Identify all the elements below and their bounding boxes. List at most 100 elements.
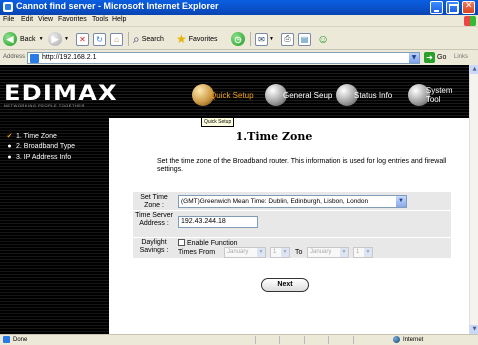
menu-bar: File Edit View Favorites Tools Help [0, 15, 478, 27]
scroll-down-icon[interactable]: ▼ [470, 325, 478, 334]
to-day-dropdown-icon: ▼ [364, 248, 372, 257]
sidebar-item-broadband-type[interactable]: ● 2. Broadband Type [6, 143, 75, 150]
maximize-button[interactable] [446, 1, 459, 14]
time-server-label: Time Server Address : [135, 212, 173, 227]
menu-view[interactable]: View [38, 16, 53, 23]
messenger-button[interactable]: ☺ [317, 31, 329, 47]
history-button[interactable]: ◷ [231, 31, 245, 47]
page-title: 1.Time Zone [235, 130, 313, 143]
time-server-input[interactable]: 192.43.244.18 [178, 216, 258, 228]
browser-window: Cannot find server - Microsoft Internet … [0, 0, 478, 345]
scroll-up-icon[interactable]: ▲ [470, 65, 478, 74]
windows-logo-icon [464, 16, 476, 26]
menu-help[interactable]: Help [112, 16, 126, 23]
bullet-icon: ● [7, 154, 12, 161]
to-month-select[interactable]: January ▼ [307, 247, 349, 258]
search-label: Search [141, 35, 164, 43]
menu-tools[interactable]: Tools [92, 16, 108, 23]
logo-tagline: NETWORKING PEOPLE TOGETHER [4, 103, 85, 108]
forward-dropdown-icon: ▼ [64, 36, 69, 42]
page-done-icon [3, 336, 10, 343]
messenger-icon: ☺ [317, 32, 330, 46]
sidebar-item-time-zone[interactable]: ✔ 1. Time Zone [6, 132, 57, 141]
status-cell [352, 336, 375, 344]
back-arrow-icon: ◀ [3, 32, 17, 46]
home-button[interactable]: ⌂ [110, 31, 123, 47]
to-month-dropdown-icon: ▼ [340, 248, 348, 257]
timezone-cell: (GMT)Greenwich Mean Time: Dublin, Edinbu… [177, 192, 451, 210]
search-button[interactable]: ⌕ Search [133, 31, 164, 47]
from-month-dropdown-icon: ▼ [257, 248, 265, 257]
enable-function-checkbox[interactable]: Enable Function [178, 239, 238, 247]
nav-quick-setup-label: Quick Setup [210, 90, 254, 100]
back-label: Back [20, 35, 36, 43]
menu-favorites[interactable]: Favorites [58, 16, 87, 23]
refresh-icon: ↻ [93, 32, 106, 46]
sidebar-item-ip-address-info[interactable]: ● 3. IP Address Info [6, 154, 71, 161]
sidebar-item-label: 3. IP Address Info [16, 154, 72, 161]
star-icon: ★ [176, 32, 187, 46]
nav-status-info[interactable]: Status Info [336, 83, 392, 107]
timezone-select[interactable]: (GMT)Greenwich Mean Time: Dublin, Edinbu… [178, 195, 407, 208]
favorites-label: Favorites [188, 35, 218, 43]
from-day-dropdown-icon: ▼ [281, 248, 289, 257]
status-bar: Done Internet [0, 334, 478, 345]
forward-arrow-icon: ▶ [48, 32, 62, 46]
mail-button[interactable]: ✉ ▼ [255, 31, 274, 47]
minimize-button[interactable] [430, 1, 443, 14]
sidebar: ✔ 1. Time Zone ● 2. Broadband Type ● 3. … [0, 118, 109, 334]
status-zone: Internet [393, 336, 423, 343]
to-label: To [295, 249, 303, 256]
close-button[interactable] [462, 1, 475, 14]
to-day-value: 1 [356, 249, 360, 255]
ie-icon [3, 2, 13, 12]
enable-function-label: Enable Function [186, 240, 238, 247]
refresh-button[interactable]: ↻ [93, 31, 106, 47]
nav-system-tool-label: System Tool [425, 86, 453, 104]
title-bar: Cannot find server - Microsoft Internet … [0, 0, 478, 15]
to-day-select[interactable]: 1 ▼ [353, 247, 373, 258]
content-area: 1.Time Zone Set the time zone of the Bro… [109, 118, 469, 334]
print-button[interactable]: ⎙ [281, 31, 294, 47]
menu-file[interactable]: File [3, 16, 14, 23]
vertical-scrollbar[interactable]: ▲ ▼ [469, 65, 478, 334]
favorites-button[interactable]: ★ Favorites [176, 31, 218, 47]
from-day-select[interactable]: 1 ▼ [270, 247, 290, 258]
home-icon: ⌂ [110, 32, 123, 46]
stop-button[interactable]: ✕ [76, 31, 89, 47]
from-day-value: 1 [273, 249, 277, 255]
sidebar-item-label: 2. Broadband Type [16, 143, 76, 150]
menu-edit[interactable]: Edit [21, 16, 33, 23]
mail-dropdown-icon: ▼ [269, 36, 274, 42]
back-button[interactable]: ◀ Back ▼ [3, 31, 44, 47]
next-button[interactable]: Next [261, 278, 309, 292]
toolbar-separator [128, 32, 129, 46]
sidebar-item-label: 1. Time Zone [16, 132, 57, 140]
timezone-label: Set Time Zone : [140, 194, 168, 209]
go-label: Go [437, 54, 447, 61]
edit-button[interactable]: ▤ [298, 31, 311, 47]
timezone-row: Set Time Zone : (GMT)Greenwich Mean Time… [133, 192, 451, 210]
links-button[interactable]: Links [454, 54, 468, 60]
nav-system-tool[interactable]: System Tool [408, 83, 469, 107]
go-button[interactable]: ➜ Go [424, 52, 446, 63]
daylight-cell: Enable Function Times From January ▼ 1 ▼… [177, 238, 451, 258]
checkmark-icon: ✔ [6, 133, 13, 140]
from-month-value: January [227, 249, 249, 255]
globe-icon [393, 336, 400, 343]
nav-quick-setup[interactable]: Quick Setup [192, 83, 254, 107]
search-icon: ⌕ [133, 31, 140, 46]
status-cells [255, 336, 375, 344]
to-month-value: January [310, 249, 332, 255]
status-text: Done [13, 336, 28, 343]
mail-icon: ✉ [255, 32, 268, 46]
forward-button[interactable]: ▶ ▼ [48, 31, 69, 47]
status-cell [279, 336, 301, 344]
nav-general-setup[interactable]: General Seup [265, 83, 332, 107]
from-month-select[interactable]: January ▼ [224, 247, 266, 258]
status-left: Done [3, 336, 27, 343]
timezone-value: (GMT)Greenwich Mean Time: Dublin, Edinbu… [181, 198, 369, 205]
quick-setup-tooltip: Quick Setup [201, 117, 235, 127]
address-input[interactable]: http://192.168.2.1 ▼ [27, 52, 420, 64]
address-dropdown-icon[interactable]: ▼ [409, 53, 419, 63]
